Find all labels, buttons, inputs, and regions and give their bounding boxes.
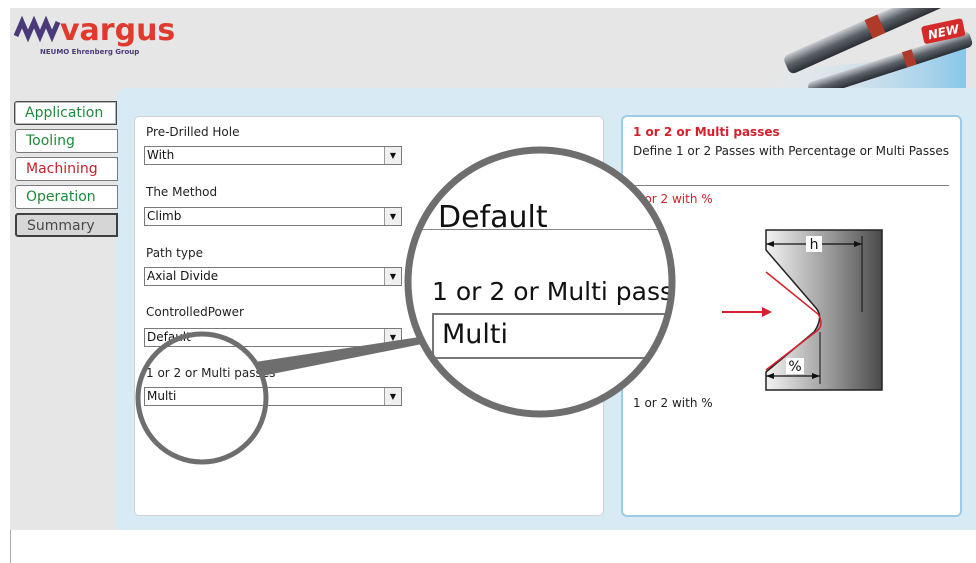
chevron-down-icon[interactable]: ▼	[384, 329, 401, 346]
magnified-select-edge	[408, 229, 668, 230]
magnified-select-value: Multi	[442, 319, 508, 350]
frame-divider	[10, 530, 11, 563]
magnifier-lens: Default 1 or 2 or Multi passes Multi	[408, 150, 672, 414]
logo-text: vargus	[60, 13, 175, 48]
tool-hero-image: NEW	[756, 8, 973, 88]
feed-arrow-icon	[762, 307, 772, 317]
passes-select[interactable]: Multi ▼	[144, 387, 402, 406]
logo-mark-icon	[13, 15, 61, 43]
info-divider	[631, 185, 949, 186]
pre-drilled-hole-select[interactable]: With ▼	[144, 146, 402, 165]
info-title: 1 or 2 or Multi passes	[633, 125, 780, 139]
field-label-passes: 1 or 2 or Multi passes	[146, 366, 276, 380]
height-label: h	[810, 237, 819, 253]
logo-tagline: NEUMO Ehrenberg Group	[40, 48, 139, 56]
info-caption: 1 or 2 with %	[633, 396, 713, 410]
method-select[interactable]: Climb ▼	[144, 207, 402, 226]
field-label-pre-drilled-hole: Pre-Drilled Hole	[146, 125, 240, 139]
tab-operation[interactable]: Operation	[15, 185, 118, 209]
tab-tooling[interactable]: Tooling	[15, 129, 118, 153]
tab-application[interactable]: Application	[14, 101, 117, 125]
select-value: Axial Divide	[147, 269, 219, 283]
chevron-down-icon[interactable]: ▼	[384, 208, 401, 225]
thread-pass-diagram: h %	[722, 229, 883, 391]
tab-label: Machining	[26, 161, 98, 177]
tab-label: Operation	[26, 189, 96, 205]
app-window: vargus NEUMO Ehrenberg Group NEW Applica…	[0, 0, 976, 563]
tab-label: Application	[25, 105, 104, 121]
magnified-field-label: 1 or 2 or Multi passes	[432, 277, 672, 306]
select-value: Climb	[147, 209, 182, 223]
tab-label: Summary	[27, 218, 95, 234]
select-value: Default	[147, 330, 191, 344]
percent-label: %	[788, 359, 801, 375]
thread-profile-shape	[765, 229, 883, 391]
header-banner: vargus NEUMO Ehrenberg Group NEW	[10, 8, 976, 88]
chevron-down-icon[interactable]: ▼	[384, 388, 401, 405]
tab-summary[interactable]: Summary	[15, 213, 118, 237]
select-value: Multi	[147, 389, 177, 403]
tab-machining[interactable]: Machining	[15, 157, 118, 181]
magnified-passes-select: Multi	[432, 313, 672, 359]
path-type-select[interactable]: Axial Divide ▼	[144, 267, 402, 286]
select-value: With	[147, 148, 175, 162]
field-label-controlled-power: ControlledPower	[146, 305, 244, 319]
field-label-method: The Method	[146, 185, 218, 199]
info-description: Define 1 or 2 Passes with Percentage or …	[633, 144, 949, 158]
field-label-path-type: Path type	[146, 246, 203, 260]
chevron-down-icon[interactable]: ▼	[384, 268, 401, 285]
controlled-power-select[interactable]: Default ▼	[144, 328, 402, 347]
tab-label: Tooling	[26, 133, 75, 149]
chevron-down-icon[interactable]: ▼	[384, 147, 401, 164]
vargus-logo: vargus NEUMO Ehrenberg Group	[13, 13, 175, 56]
